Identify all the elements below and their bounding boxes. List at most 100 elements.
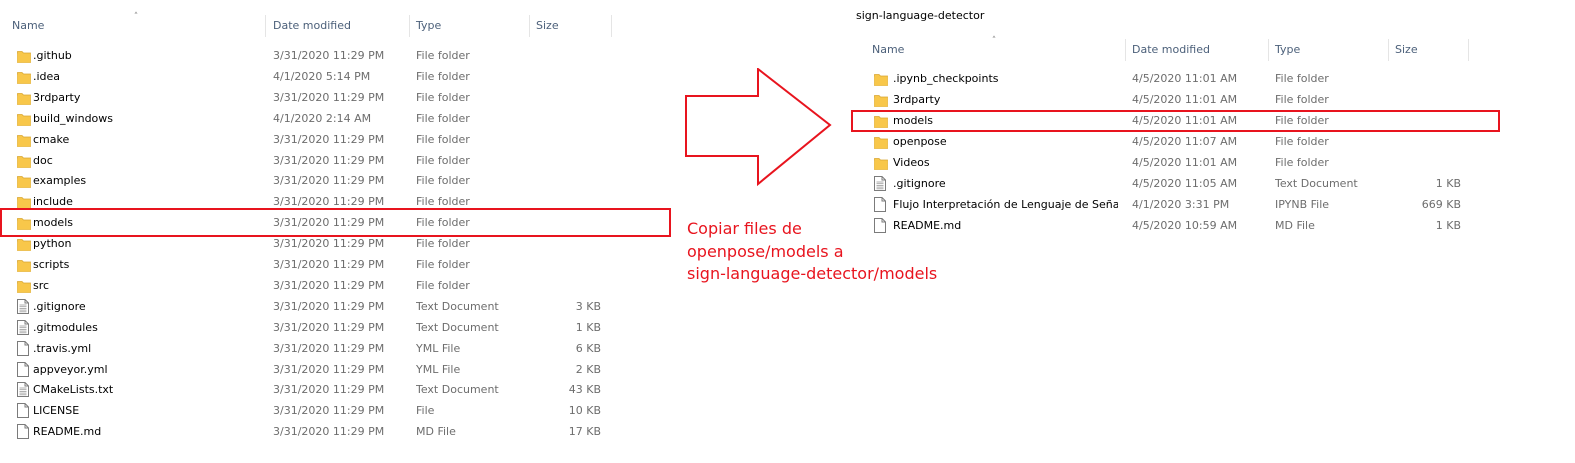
column-header-date-modified[interactable]: Date modified xyxy=(267,15,410,37)
file-icon xyxy=(874,197,888,212)
file-type: File folder xyxy=(416,278,470,292)
list-item[interactable]: doc 3/31/2020 11:29 PM File folder xyxy=(0,150,680,171)
folder-icon xyxy=(17,49,31,63)
column-header-row: ˄ Name Date modified Type Size xyxy=(0,12,680,37)
folder-icon xyxy=(874,135,888,149)
file-size: 6 KB xyxy=(575,341,601,355)
folder-icon xyxy=(17,195,31,210)
list-item[interactable]: README.md 3/31/2020 11:29 PM MD File 17 KB xyxy=(0,421,680,442)
text-file-icon xyxy=(874,176,888,191)
list-item[interactable]: README.md 4/5/2020 10:59 AM MD File 1 KB xyxy=(852,215,1493,236)
column-header-type[interactable]: Type xyxy=(410,15,530,37)
file-type: Text Document xyxy=(416,383,499,397)
date-modified: 3/31/2020 11:29 PM xyxy=(273,49,385,62)
date-modified: 4/1/2020 2:14 AM xyxy=(273,111,372,125)
file-size xyxy=(520,66,601,87)
column-header-type[interactable]: Type xyxy=(1269,39,1389,61)
file-type: File folder xyxy=(1275,93,1329,106)
file-size: 669 KB xyxy=(1421,198,1461,211)
models-highlight-box-right xyxy=(851,110,1500,132)
file-type: File folder xyxy=(1275,156,1329,169)
list-item[interactable]: openpose 4/5/2020 11:07 AM File folder xyxy=(852,131,1493,152)
list-item[interactable]: .gitmodules 3/31/2020 11:29 PM Text Docume… xyxy=(0,317,680,338)
column-header-name[interactable]: Name xyxy=(866,39,1126,61)
file-icon xyxy=(17,340,31,356)
list-item[interactable]: Flujo Interpretación de Lenguaje de Seña… xyxy=(852,194,1493,215)
list-item[interactable]: examples 3/31/2020 11:29 PM File folder xyxy=(0,170,680,191)
file-size xyxy=(1382,152,1461,173)
text-file-icon xyxy=(17,298,31,314)
file-name: cmake xyxy=(33,132,70,146)
file-size: 17 KB xyxy=(568,425,601,439)
date-modified: 4/1/2020 5:14 PM xyxy=(273,69,371,83)
file-type: YML File xyxy=(416,341,461,355)
file-size xyxy=(520,87,601,108)
folder-icon xyxy=(17,133,31,147)
file-name: .github xyxy=(33,49,72,62)
file-size: 43 KB xyxy=(568,383,601,397)
list-item[interactable]: src 3/31/2020 11:29 PM File folder xyxy=(0,275,680,296)
list-item[interactable]: .gitignore 4/5/2020 11:05 AM Text Document… xyxy=(852,173,1493,194)
list-item[interactable]: Videos 4/5/2020 11:01 AM File folder xyxy=(852,152,1493,173)
column-header-size[interactable]: Size xyxy=(1389,39,1469,61)
date-modified: 3/31/2020 11:29 PM xyxy=(273,278,385,292)
file-name: .travis.yml xyxy=(33,341,92,355)
list-item[interactable]: .idea 4/1/2020 5:14 PM File folder xyxy=(0,66,680,87)
file-size: 10 KB xyxy=(568,404,601,418)
date-modified: 3/31/2020 11:29 PM xyxy=(273,132,385,146)
date-modified: 3/31/2020 11:29 PM xyxy=(273,90,385,104)
folder-icon xyxy=(17,91,31,105)
file-name: README.md xyxy=(33,425,102,439)
date-modified: 3/31/2020 11:29 PM xyxy=(273,425,385,439)
folder-icon xyxy=(874,93,888,107)
date-modified: 3/31/2020 11:29 PM xyxy=(273,153,385,167)
list-item[interactable]: .github 3/31/2020 11:29 PM File folder xyxy=(0,45,680,66)
file-type: File folder xyxy=(416,174,470,188)
list-item[interactable]: build_windows 4/1/2020 2:14 AM File folder xyxy=(0,108,680,129)
list-item[interactable]: CMakeLists.txt 3/31/2020 11:29 PM Text Doc… xyxy=(0,379,680,400)
folder-icon xyxy=(874,156,888,170)
file-type: IPYNB File xyxy=(1275,198,1330,211)
list-item[interactable]: .ipynb_checkpoints 4/5/2020 11:01 AM File … xyxy=(852,68,1493,89)
date-modified: 4/5/2020 11:01 AM xyxy=(1132,156,1238,169)
list-item[interactable]: LICENSE 3/31/2020 11:29 PM File 10 KB xyxy=(0,400,680,421)
list-item[interactable]: .travis.yml 3/31/2020 11:29 PM YML File 6 K… xyxy=(0,338,680,359)
file-size: 2 KB xyxy=(575,362,601,376)
list-item[interactable]: 3rdparty 4/5/2020 11:01 AM File folder xyxy=(852,89,1493,110)
file-size xyxy=(520,45,601,66)
folder-icon xyxy=(17,70,31,84)
file-name: 3rdparty xyxy=(33,90,81,104)
file-size xyxy=(520,170,601,191)
list-item[interactable]: cmake 3/31/2020 11:29 PM File folder xyxy=(0,129,680,150)
column-header-date-modified[interactable]: Date modified xyxy=(1126,39,1269,61)
file-icon xyxy=(17,361,31,377)
file-name: appveyor.yml xyxy=(33,362,108,376)
file-type: File folder xyxy=(416,132,470,146)
file-type: MD File xyxy=(1275,219,1315,232)
text-file-icon xyxy=(17,382,31,398)
file-name: .ipynb_checkpoints xyxy=(893,72,999,85)
date-modified: 4/5/2020 11:01 AM xyxy=(1132,93,1238,106)
column-header-name[interactable]: Name xyxy=(6,15,266,37)
list-item[interactable]: 3rdparty 3/31/2020 11:29 PM File folder xyxy=(0,87,680,108)
folder-icon xyxy=(17,174,31,189)
file-name: doc xyxy=(33,153,53,167)
date-modified: 3/31/2020 11:29 PM xyxy=(273,299,385,313)
list-item[interactable]: .gitignore 3/31/2020 11:29 PM Text Documen… xyxy=(0,296,680,317)
column-header-size[interactable]: Size xyxy=(530,15,612,37)
file-name: CMakeLists.txt xyxy=(33,383,114,397)
file-name: src xyxy=(33,278,50,292)
file-type: File folder xyxy=(1275,72,1329,85)
file-type: File folder xyxy=(416,49,470,62)
date-modified: 3/31/2020 11:29 PM xyxy=(273,341,385,355)
file-type: Text Document xyxy=(1275,177,1358,190)
file-type: File xyxy=(416,404,435,418)
models-highlight-box-left xyxy=(0,208,671,237)
date-modified: 3/31/2020 11:29 PM xyxy=(273,362,385,376)
list-item[interactable]: scripts 3/31/2020 11:29 PM File folder xyxy=(0,254,680,275)
date-modified: 3/31/2020 11:29 PM xyxy=(273,383,385,397)
file-name: Videos xyxy=(893,156,930,169)
file-size xyxy=(520,150,601,171)
file-name: .gitignore xyxy=(893,177,946,190)
list-item[interactable]: appveyor.yml 3/31/2020 11:29 PM YML File 2 … xyxy=(0,359,680,380)
